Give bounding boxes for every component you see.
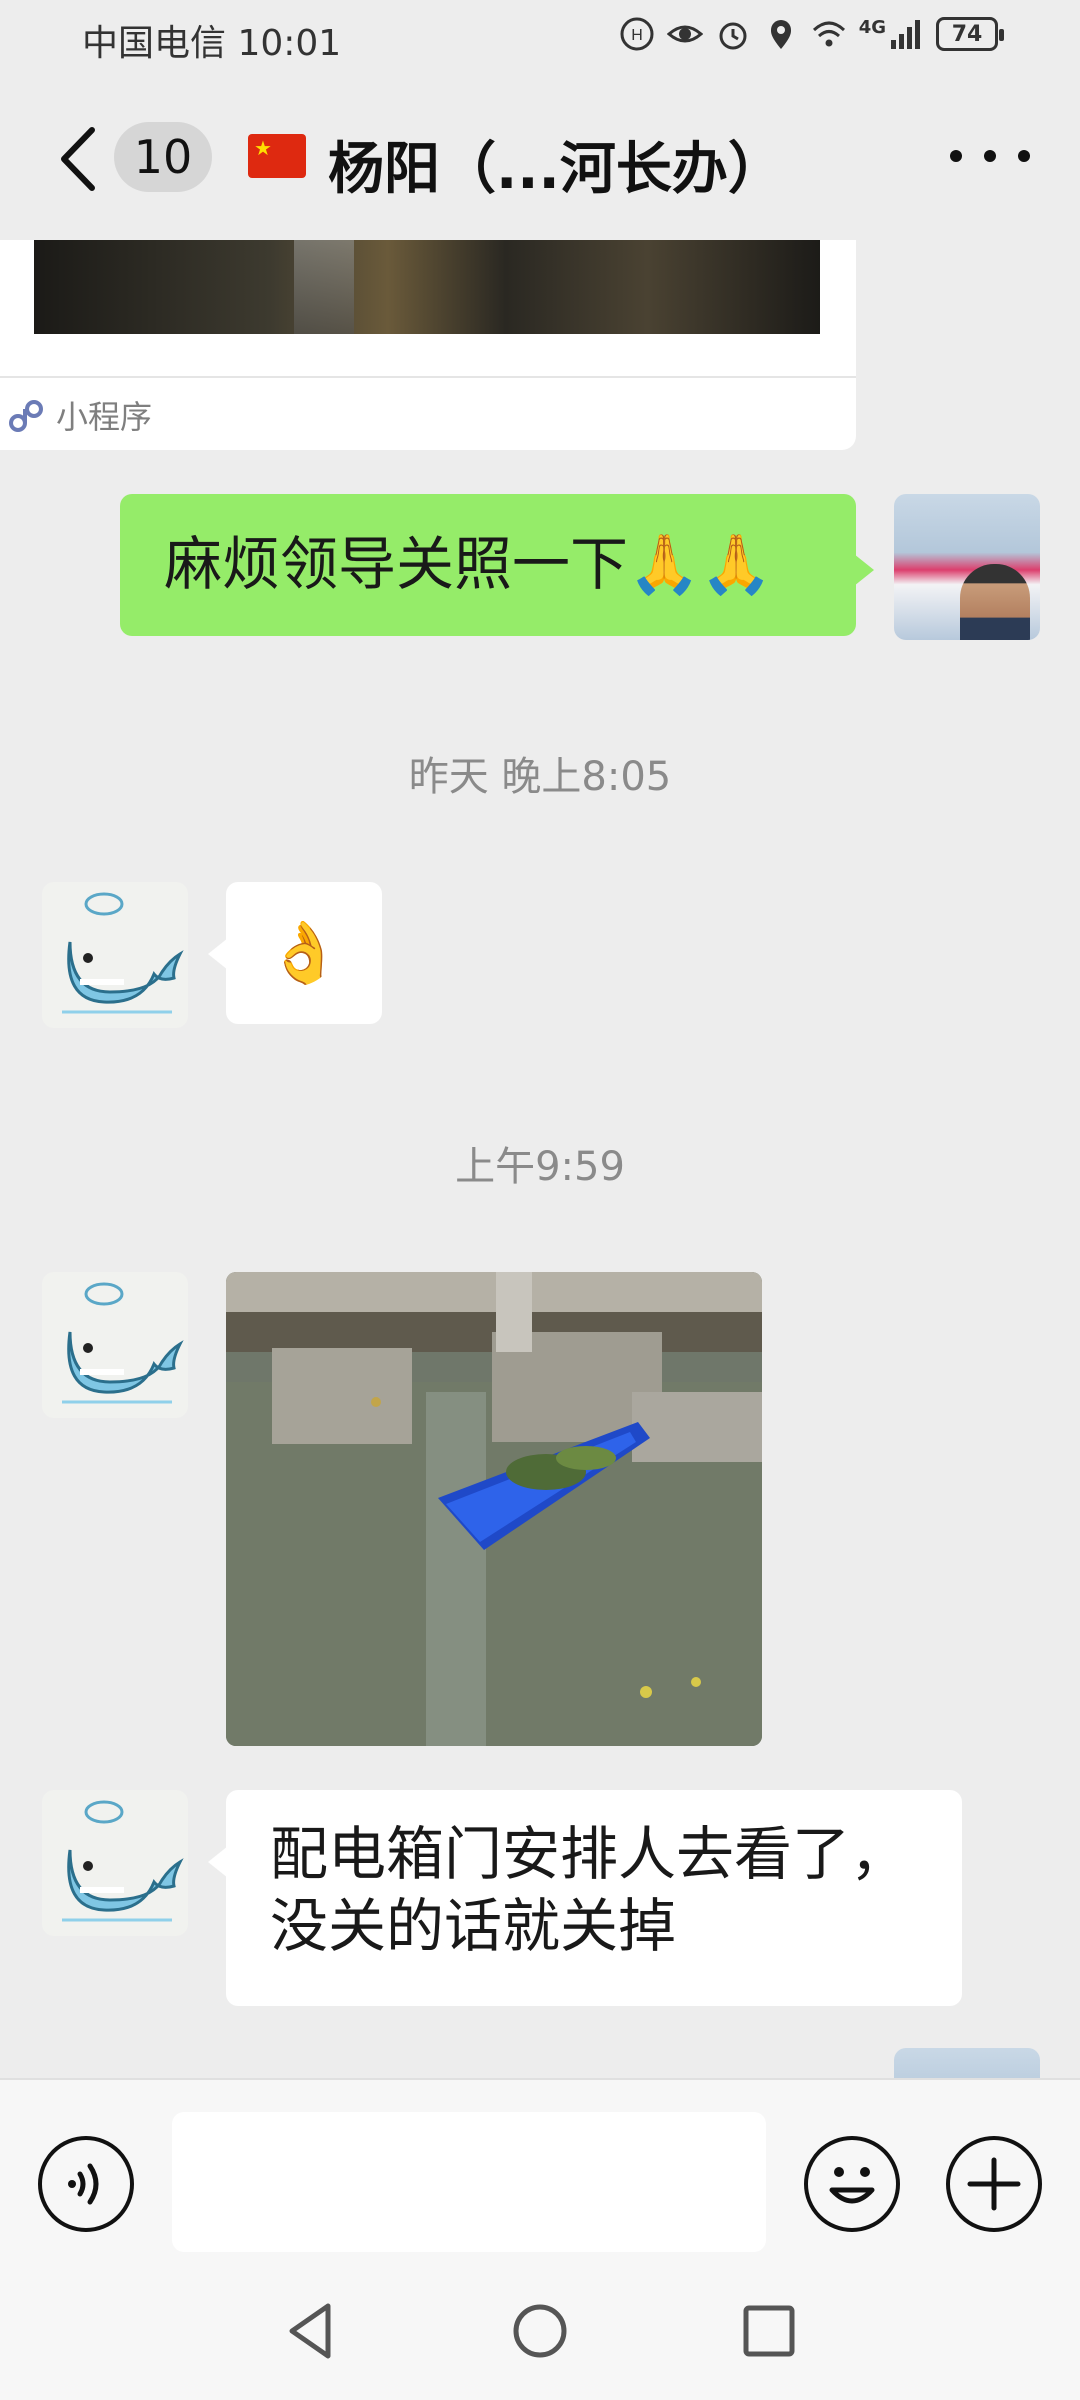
emoji-icon[interactable] — [804, 2136, 900, 2232]
nav-back-icon[interactable] — [276, 2296, 346, 2366]
unread-count-badge[interactable]: 10 — [114, 122, 212, 192]
timestamp: 昨天 晚上8:05 — [408, 754, 672, 800]
divider — [0, 376, 856, 378]
status-bar: 中国电信 10:01 H 4G 74 — [0, 0, 1080, 76]
whale-icon — [62, 892, 184, 1014]
signal-icon — [891, 20, 920, 49]
svg-text:H: H — [631, 27, 643, 44]
ok-emoji: 👌 — [266, 918, 342, 988]
message-input[interactable] — [172, 2112, 766, 2252]
network-type: 4G — [858, 16, 886, 38]
carrier-time: 中国电信 10:01 — [82, 23, 342, 64]
mini-program-icon — [9, 400, 43, 432]
battery-icon: 74 — [936, 17, 1004, 51]
add-icon[interactable] — [946, 2136, 1042, 2232]
nav-recents-icon[interactable] — [734, 2296, 804, 2366]
mini-program-label: 小程序 — [56, 398, 153, 436]
eye-icon — [666, 25, 703, 43]
timestamp: 上午9:59 — [455, 1144, 625, 1190]
image-message[interactable] — [226, 1272, 762, 1746]
alarm-icon — [719, 22, 747, 50]
china-flag-icon: ★ — [248, 134, 306, 178]
chat-header: 10 ★ 杨阳（...河长办） — [0, 76, 1080, 240]
status-icons: H 4G 74 — [619, 16, 1004, 52]
more-icon[interactable] — [950, 136, 1030, 176]
contact-avatar[interactable] — [42, 1272, 188, 1418]
incoming-emoji-message[interactable]: 👌 — [208, 882, 382, 1024]
incoming-text-message[interactable]: 配电箱门安排人去看了，没关的话就关掉 — [208, 1790, 962, 2006]
input-bar — [0, 2078, 1080, 2262]
my-avatar[interactable] — [894, 2048, 1040, 2078]
chat-title: 杨阳（...河长办） — [328, 137, 784, 202]
whale-icon — [62, 1282, 184, 1404]
voice-icon[interactable] — [38, 2136, 134, 2232]
chat-area[interactable]: 小程序 麻烦领导关照一下🙏🙏 昨天 晚上8:05 👌 上午9:59 配电箱门安排… — [0, 240, 1080, 2078]
river-boat-photo — [226, 1272, 762, 1746]
my-avatar[interactable] — [894, 494, 1040, 640]
location-icon — [770, 20, 791, 49]
wifi-icon — [812, 21, 845, 47]
mini-program-thumbnail — [34, 240, 820, 334]
outgoing-message[interactable]: 麻烦领导关照一下🙏🙏 — [120, 494, 874, 636]
mini-program-card[interactable]: 小程序 — [0, 240, 856, 450]
hd-icon: H — [620, 17, 654, 51]
incoming-message-text: 配电箱门安排人去看了，没关的话就关掉 — [270, 1820, 909, 1960]
contact-avatar[interactable] — [42, 1790, 188, 1936]
nav-home-icon[interactable] — [505, 2296, 575, 2366]
back-arrow-icon[interactable] — [50, 124, 110, 194]
whale-icon — [62, 1800, 184, 1922]
outgoing-message-text: 麻烦领导关照一下🙏🙏 — [164, 530, 773, 598]
system-nav-bar — [0, 2262, 1080, 2400]
contact-avatar[interactable] — [42, 882, 188, 1028]
